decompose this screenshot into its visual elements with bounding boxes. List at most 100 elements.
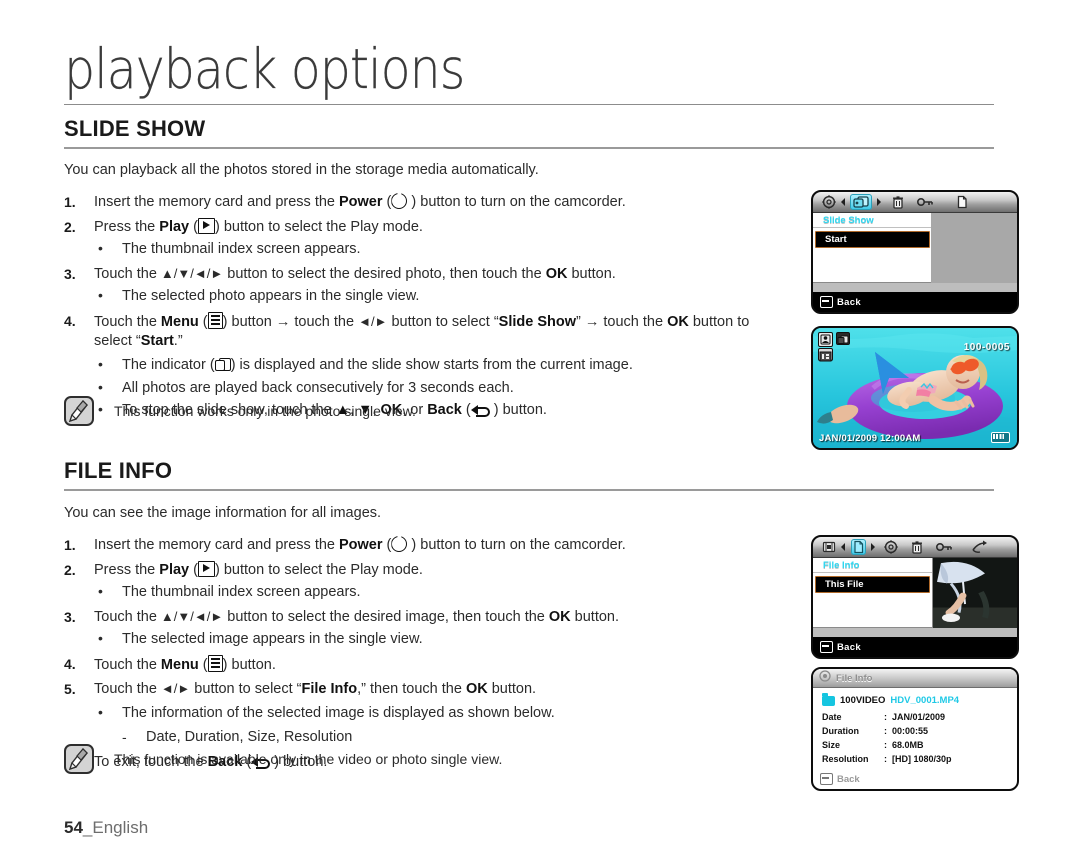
key-icon[interactable] xyxy=(916,194,936,210)
note-file-info: This function is available only in the v… xyxy=(64,744,502,774)
file-icon[interactable] xyxy=(956,194,968,210)
step-number: 4. xyxy=(64,312,76,329)
step-number: 2. xyxy=(64,561,76,578)
edit-icon[interactable] xyxy=(821,539,837,555)
back-button[interactable]: Back xyxy=(813,296,861,308)
right-arrow-icon[interactable] xyxy=(875,194,883,210)
step-text-b: button to select the Play mode. xyxy=(219,218,423,235)
photo-single-view-screen: 100-0005 JAN/01/2009 12:00AM xyxy=(811,326,1019,450)
menu-heading: Slide Show xyxy=(813,213,932,228)
step-text: Touch the xyxy=(94,265,161,282)
step-text-b: button → touch the xyxy=(227,313,359,330)
file-number-label: 100-0005 xyxy=(963,342,1010,353)
slideshow-indicator-icon xyxy=(836,332,850,345)
step-text: Insert the memory card and press the xyxy=(94,537,339,553)
bullet-text-a: The indicator ( xyxy=(122,356,215,373)
file-info-menu-panel: File Info This File xyxy=(813,558,1017,640)
info-value: [HD] 1080/30p xyxy=(892,754,952,764)
left-arrow-icon[interactable] xyxy=(839,539,847,555)
page-footer: 54_English xyxy=(64,818,148,838)
bullet-text: The thumbnail index screen appears. xyxy=(122,241,361,258)
back-button[interactable]: Back xyxy=(820,773,860,785)
footer-language: English xyxy=(92,818,149,837)
step-bold-menu: Menu xyxy=(160,313,199,330)
manual-page: playback options SLIDE SHOW You can play… xyxy=(0,0,1080,866)
step-bold-start: Start xyxy=(140,333,174,350)
back-button[interactable]: Back xyxy=(813,641,861,653)
menu-item-start[interactable]: Start xyxy=(815,231,930,248)
bullet-text: All photos are played back consecutively… xyxy=(122,379,514,396)
trash-icon[interactable] xyxy=(909,539,925,555)
battery-icon xyxy=(991,432,1010,443)
chapter-header: playback options xyxy=(64,42,994,97)
step-text-b: button to select “ xyxy=(190,681,302,698)
left-arrow-icon[interactable] xyxy=(839,194,847,210)
note-file-info-text: This function is available only in the v… xyxy=(114,751,503,767)
direction-arrows-icon: ▲/▼/◄/► xyxy=(160,265,224,281)
step-text-b: button to select the Play mode. xyxy=(219,561,423,578)
back-label: Back xyxy=(427,402,462,419)
info-key: Size xyxy=(822,740,841,750)
slide-show-lead: You can playback all the photos stored i… xyxy=(64,162,539,178)
datetime-label: JAN/01/2009 12:00AM xyxy=(819,433,921,444)
file-info-lead: You can see the image information for al… xyxy=(64,505,382,521)
fi-step-1: 1. Insert the memory card and press the … xyxy=(64,536,626,553)
step-bold: Play xyxy=(159,218,190,235)
step-text: Insert the memory card and press the xyxy=(94,194,339,210)
file-icon[interactable] xyxy=(851,539,866,555)
right-arrow-icon[interactable] xyxy=(869,539,877,555)
slideshow-icon[interactable] xyxy=(850,194,872,210)
share-icon[interactable] xyxy=(971,539,989,555)
info-key: Date xyxy=(822,712,842,722)
back-icon xyxy=(820,296,833,308)
power-icon xyxy=(391,536,408,552)
step-4: 4. Touch the Menu () button → touch the … xyxy=(64,311,750,350)
left-right-arrows-icon: ◄/► xyxy=(160,681,191,697)
step-text-f: .” xyxy=(173,333,183,350)
screen-bottom-bar: Back xyxy=(813,637,1017,657)
bullet-text-e: button. xyxy=(498,402,547,419)
step-bold-file-info: File Info xyxy=(301,681,358,698)
menu-list: File Info This File xyxy=(813,558,933,628)
key-icon[interactable] xyxy=(935,539,955,555)
slide-show-menu-screen: Slide Show Start Back xyxy=(811,190,1019,314)
page-number: 54 xyxy=(64,818,83,837)
play-icon xyxy=(197,217,215,234)
info-key: Duration xyxy=(822,726,859,736)
bullet-text: The selected photo appears in the single… xyxy=(122,288,420,305)
direction-arrows-icon: ▲/▼/◄/► xyxy=(160,608,224,624)
back-icon xyxy=(470,404,490,417)
info-row-size: Size : 68.0MB xyxy=(822,738,1017,752)
step-2: 2. Press the Play () button to select th… xyxy=(64,217,423,235)
menu-icon xyxy=(207,654,223,672)
step-text-d: ” → touch the xyxy=(576,313,668,330)
menu-item-this-file[interactable]: This File xyxy=(815,576,930,593)
gear-icon[interactable] xyxy=(821,194,837,210)
file-name: HDV_0001.MP4 xyxy=(890,695,960,706)
slide-show-divider xyxy=(64,147,994,149)
bullet-text-b: ) is displayed and the slide show starts… xyxy=(230,356,633,373)
step-text-c: ,” then touch the xyxy=(357,681,466,698)
trash-icon[interactable] xyxy=(890,194,906,210)
info-separator: : xyxy=(884,712,887,722)
info-value: 68.0MB xyxy=(892,740,924,750)
folder-icon xyxy=(822,693,835,706)
step-bold-play: Play xyxy=(159,561,190,578)
step-text-b: button to turn on the camcorder. xyxy=(416,537,626,553)
file-info-panel-title: File Info xyxy=(836,672,873,684)
footer-separator: _ xyxy=(82,818,93,837)
folder-name: 100VIDEO xyxy=(840,695,886,706)
step-bold-ok: OK xyxy=(545,265,568,282)
section-heading-file-info: FILE INFO xyxy=(64,458,994,491)
menu-icon-bar xyxy=(813,192,1017,213)
step-number: 3. xyxy=(64,608,76,625)
fi-step-5: 5. Touch the ◄/► button to select “File … xyxy=(64,680,764,700)
step-3: 3. Touch the ▲/▼/◄/► button to select th… xyxy=(64,265,764,285)
slide-show-body: You can playback all the photos stored i… xyxy=(64,162,764,421)
step-text: Touch the xyxy=(94,656,161,673)
slide-show-title: SLIDE SHOW xyxy=(64,116,206,141)
slideshow-icon xyxy=(214,357,231,372)
step-text-c: button to select “ xyxy=(387,313,499,330)
menu-icon xyxy=(207,311,223,329)
gear-icon[interactable] xyxy=(883,539,899,555)
